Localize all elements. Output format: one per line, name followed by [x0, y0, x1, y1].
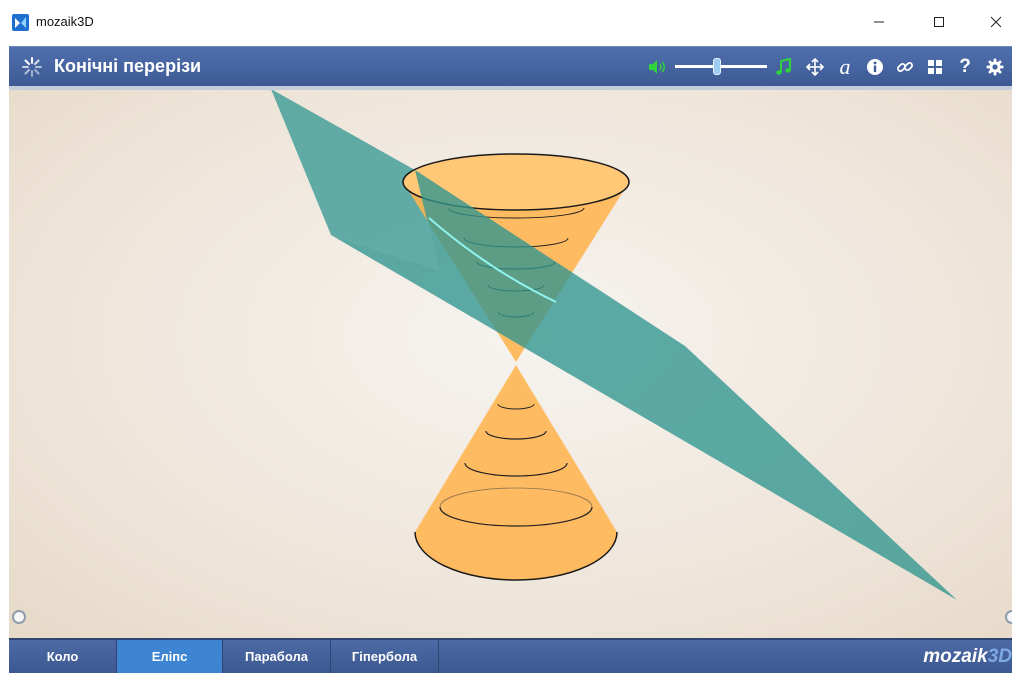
move-button[interactable]: [803, 55, 827, 79]
music-button[interactable]: [772, 55, 796, 79]
maximize-button[interactable]: [928, 12, 950, 32]
top-toolbar: Конічні перерізи a ?: [9, 46, 1012, 86]
mozaik-app-icon: [12, 14, 29, 31]
volume-slider-track: [675, 65, 767, 68]
speaker-button[interactable]: [645, 55, 669, 79]
mozaik3d-logo: mozaik 3D: [923, 640, 1012, 673]
minimize-icon: [874, 21, 884, 23]
tab-parabola[interactable]: Парабола: [223, 640, 331, 673]
link-icon: [897, 62, 913, 72]
window-title: mozaik3D: [36, 14, 94, 29]
brand-text: mozaik: [923, 645, 988, 667]
tab-ellipse[interactable]: Еліпс: [117, 640, 223, 673]
brand-text-3d: 3D: [987, 645, 1012, 667]
close-button[interactable]: [985, 12, 1007, 32]
info-button[interactable]: [863, 55, 887, 79]
loading-spinner-icon[interactable]: [21, 56, 43, 78]
bottom-tab-bar: Коло Еліпс Парабола Гіпербола mozaik 3D: [9, 638, 1012, 673]
settings-gear-icon: [986, 58, 1004, 76]
tab-hyperbola[interactable]: Гіпербола: [331, 640, 439, 673]
3d-viewport[interactable]: [9, 90, 1012, 638]
window-titlebar: mozaik3D: [0, 0, 1012, 46]
info-icon: [867, 59, 883, 75]
link-button[interactable]: [893, 55, 917, 79]
grid-icon: [928, 60, 942, 74]
volume-slider[interactable]: [675, 58, 767, 75]
tab-circle[interactable]: Коло: [9, 640, 117, 673]
app-heading: Конічні перерізи: [54, 56, 202, 76]
move-icon: [806, 58, 824, 76]
maximize-icon: [934, 17, 944, 27]
help-button[interactable]: ?: [953, 55, 977, 79]
conic-section-scene[interactable]: [9, 90, 1012, 638]
lower-cone: [415, 365, 617, 580]
speaker-icon: [649, 60, 665, 74]
rotate-left-handle[interactable]: [12, 610, 26, 624]
grid-button[interactable]: [923, 55, 947, 79]
font-button[interactable]: a: [833, 54, 857, 79]
close-icon: [990, 16, 1002, 28]
rotate-right-handle[interactable]: [1005, 610, 1012, 624]
settings-button[interactable]: [983, 55, 1007, 79]
music-note-icon: [776, 58, 791, 75]
font-icon: a: [839, 54, 851, 79]
volume-slider-thumb[interactable]: [712, 58, 721, 75]
help-icon: ?: [959, 56, 971, 77]
minimize-button[interactable]: [868, 12, 890, 32]
